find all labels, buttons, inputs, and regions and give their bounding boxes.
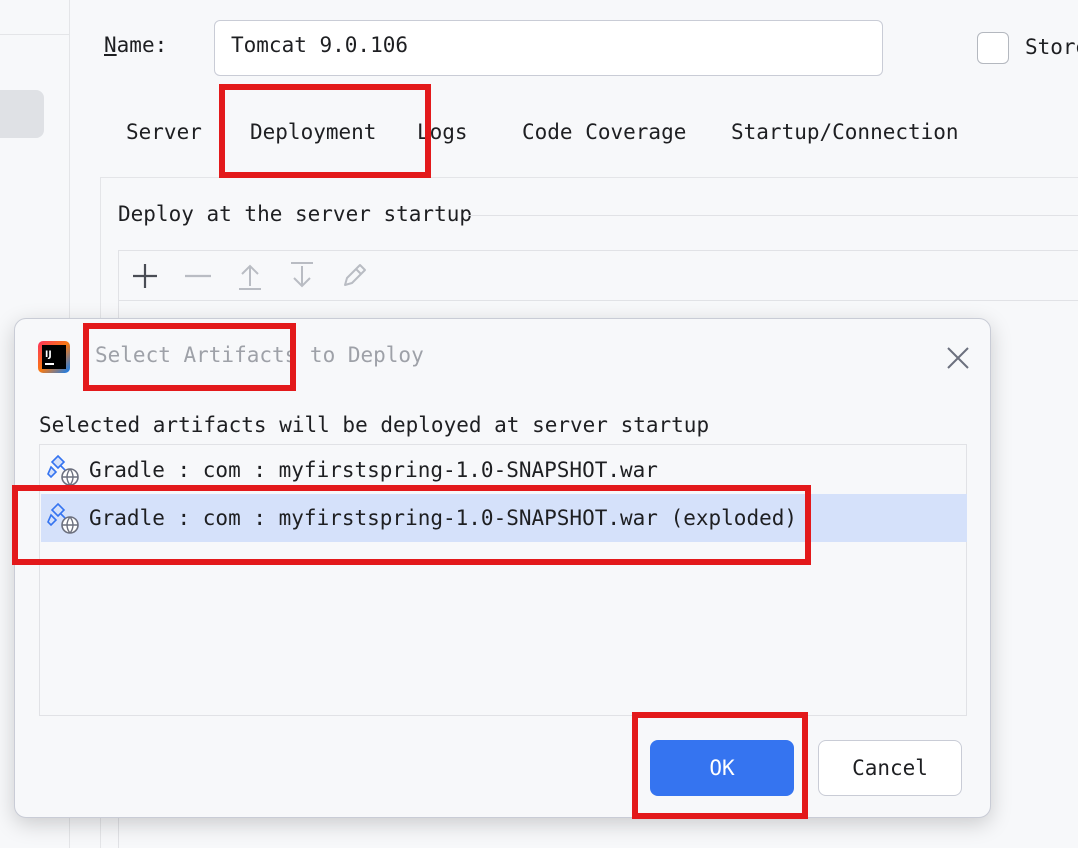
tab-startup-connection[interactable]: Startup/Connection <box>731 120 959 144</box>
name-label: Name: <box>104 33 168 57</box>
svg-text:IJ: IJ <box>45 350 52 360</box>
deploy-section-title: Deploy at the server startup <box>118 202 473 226</box>
tab-deployment[interactable]: Deployment <box>250 120 376 144</box>
section-separator <box>468 215 1078 216</box>
artifact-item-selected[interactable]: Gradle : com : myfirstspring-1.0-SNAPSHO… <box>41 494 967 542</box>
ok-button[interactable]: OK <box>650 740 794 796</box>
edit-icon[interactable] <box>338 260 370 292</box>
remove-icon[interactable] <box>181 260 213 292</box>
name-input[interactable]: Tomcat 9.0.106 <box>214 20 883 76</box>
toolbar-separator <box>119 300 1078 301</box>
store-as-project-file-checkbox[interactable] <box>977 32 1009 64</box>
artifact-item[interactable]: Gradle : com : myfirstspring-1.0-SNAPSHO… <box>41 446 967 494</box>
web-artifact-icon <box>47 454 79 486</box>
tab-server[interactable]: Server <box>126 120 202 144</box>
add-icon[interactable] <box>129 260 161 292</box>
cancel-button[interactable]: Cancel <box>818 740 962 796</box>
store-label: Store <box>1025 35 1078 59</box>
web-artifact-icon <box>47 502 79 534</box>
artifact-label: Gradle : com : myfirstspring-1.0-SNAPSHO… <box>89 458 658 482</box>
move-up-icon[interactable] <box>234 260 266 292</box>
intellij-logo-icon: IJ <box>38 341 70 373</box>
sidebar-divider <box>0 34 70 35</box>
close-icon[interactable] <box>944 344 972 372</box>
tab-logs[interactable]: Logs <box>417 120 468 144</box>
sidebar-selected-item[interactable] <box>0 90 44 138</box>
artifact-label: Gradle : com : myfirstspring-1.0-SNAPSHO… <box>89 506 798 530</box>
tab-code-coverage[interactable]: Code Coverage <box>522 120 686 144</box>
move-down-icon[interactable] <box>286 260 318 292</box>
dialog-description: Selected artifacts will be deployed at s… <box>39 413 710 437</box>
dialog-title: Select Artifacts to Deploy <box>95 343 424 367</box>
artifact-list: Gradle : com : myfirstspring-1.0-SNAPSHO… <box>39 444 967 716</box>
